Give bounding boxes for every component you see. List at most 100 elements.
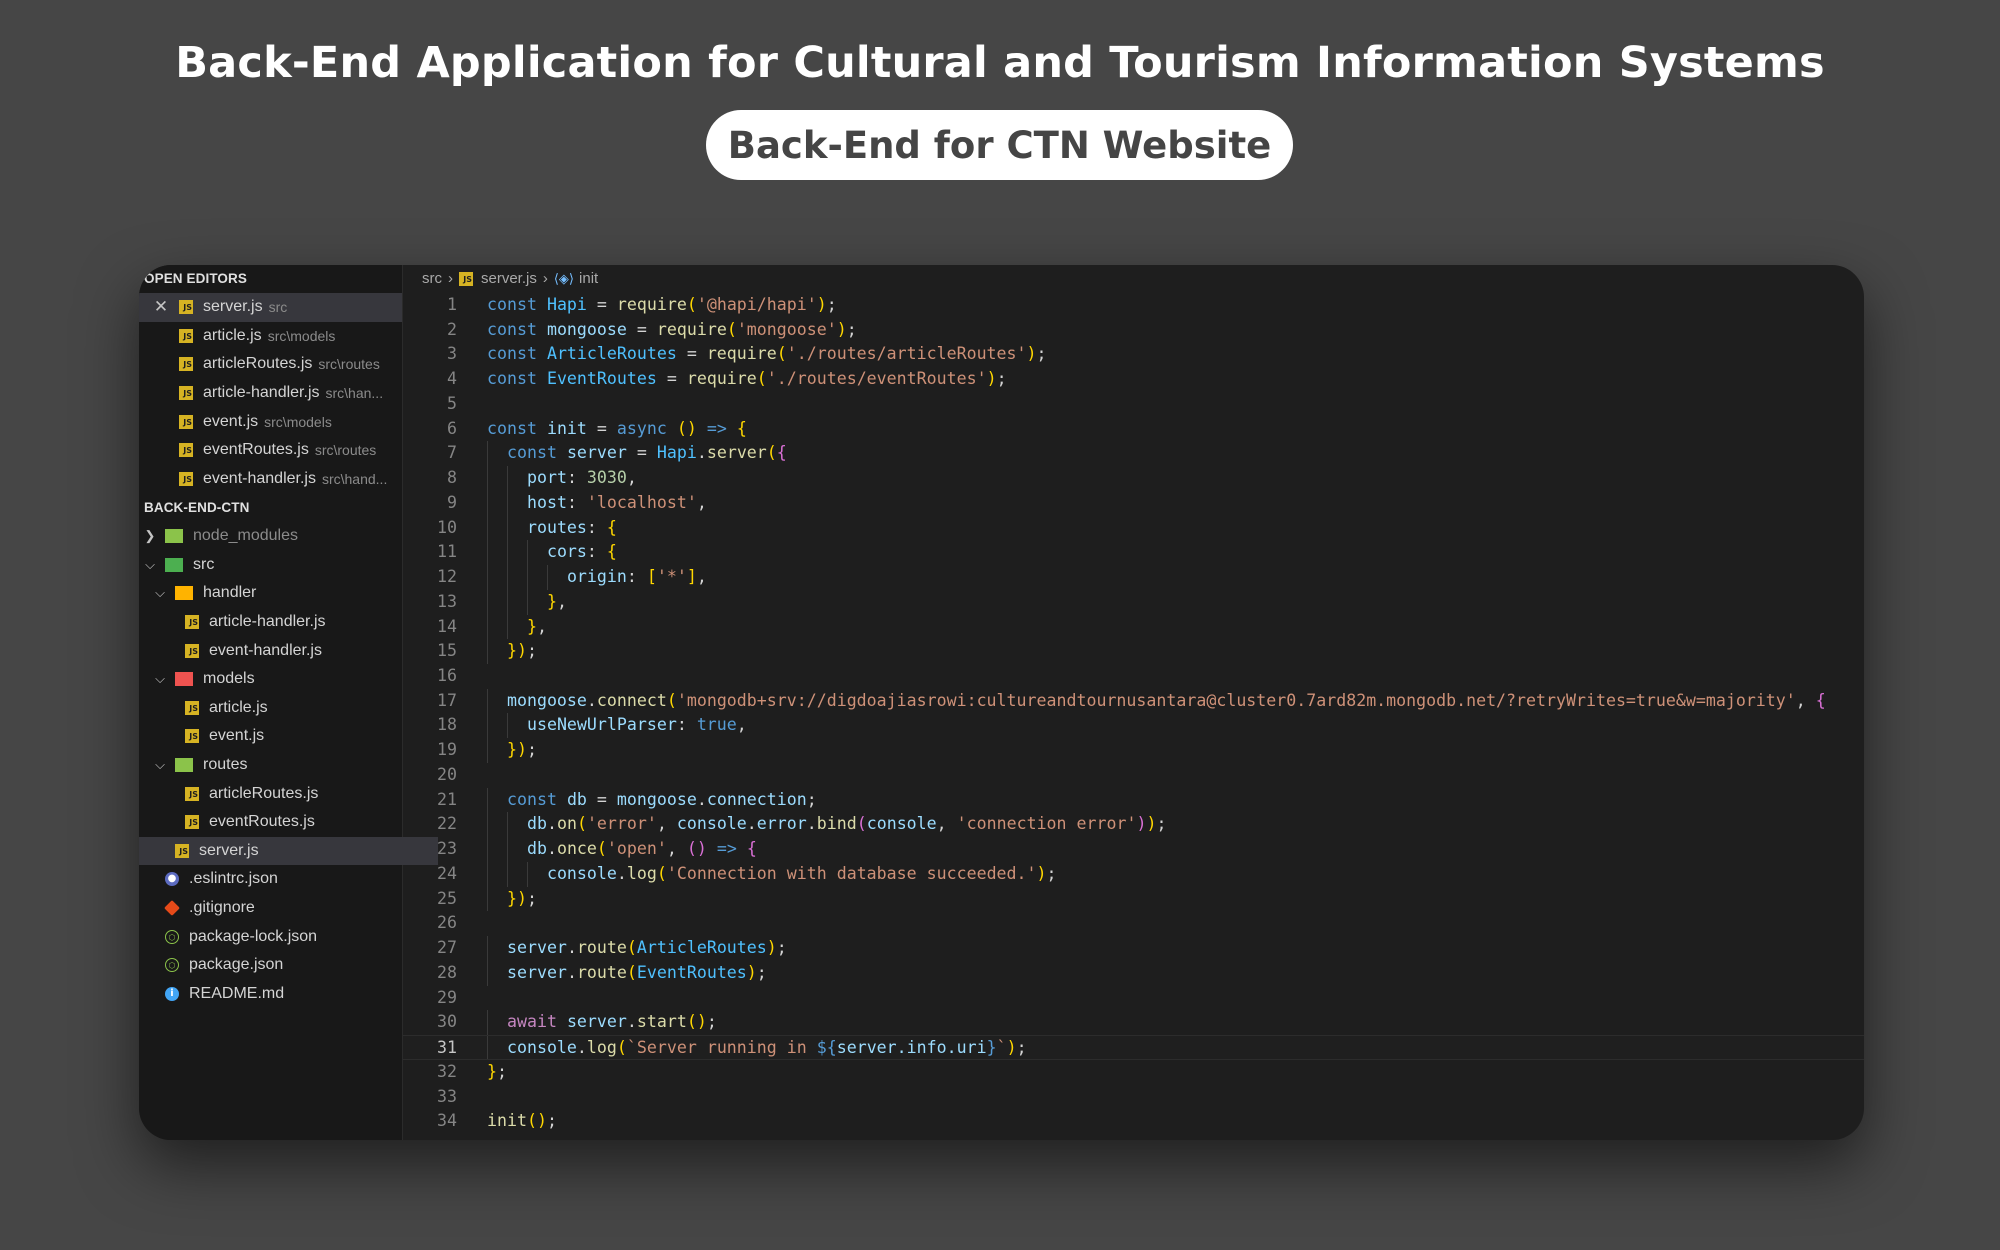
tree-folder-handler[interactable]: ⌵ handler — [139, 579, 416, 608]
code-line[interactable]: 25 }); — [403, 886, 1864, 912]
tree-file[interactable]: JS event.js — [139, 722, 448, 751]
code-line[interactable]: 23 db.once('open', () => { — [403, 837, 1864, 862]
code-line[interactable]: 14 }, — [403, 614, 1864, 640]
open-editor-item[interactable]: ✕ JS server.js src — [139, 293, 402, 322]
folder-icon — [165, 529, 183, 544]
tree-file[interactable]: JS event-handler.js — [139, 636, 448, 665]
close-icon[interactable]: ✕ — [151, 297, 171, 317]
indent-guide — [487, 812, 488, 838]
line-number: 33 — [437, 1086, 457, 1106]
indent-guide — [487, 466, 488, 491]
breadcrumb-file[interactable]: server.js — [481, 265, 537, 293]
code-line[interactable]: 15 }); — [403, 639, 1864, 665]
code-line[interactable]: 24 console.log('Connection with database… — [403, 861, 1864, 887]
code-line[interactable]: 9 host: 'localhost', — [403, 490, 1864, 516]
line-number: 17 — [437, 690, 457, 710]
file-name: event-handler.js — [203, 469, 316, 487]
tree-file[interactable]: JS article.js — [139, 694, 448, 723]
open-editor-item[interactable]: JS event.js src\models — [139, 407, 442, 436]
symbol-method-icon: ⟨◈⟩ — [553, 271, 575, 286]
code-line[interactable]: 8 port: 3030, — [403, 466, 1864, 491]
line-number: 22 — [437, 814, 457, 834]
tree-file[interactable]: ⬡ package.json — [139, 951, 428, 980]
indent-guide — [487, 713, 488, 739]
code-area[interactable]: 1 const Hapi = require('@hapi/hapi'); 2 con… — [403, 293, 1864, 1134]
code-line[interactable]: 5 — [403, 392, 1864, 417]
line-number: 25 — [437, 888, 457, 908]
code-line[interactable]: 2 const mongoose = require('mongoose'); — [403, 318, 1864, 343]
code-line[interactable]: 32}; — [403, 1060, 1864, 1085]
tree-file[interactable]: i README.md — [139, 980, 428, 1009]
code-line[interactable]: 10 routes: { — [403, 515, 1864, 541]
code-line[interactable]: 13 }, — [403, 589, 1864, 615]
open-editor-item[interactable]: JS article-handler.js src\han... — [139, 379, 442, 408]
open-editor-item[interactable]: JS event-handler.js src\hand... — [139, 465, 442, 494]
tree-file[interactable]: ⬡ package-lock.json — [139, 922, 428, 951]
code-line[interactable]: 17 mongoose.connect('mongodb+srv://digdo… — [403, 688, 1864, 714]
tree-file-selected[interactable]: JS server.js — [139, 836, 438, 866]
code-line[interactable]: 20 — [403, 763, 1864, 788]
line-number: 20 — [437, 764, 457, 784]
code-line[interactable]: 21 const db = mongoose.connection; — [403, 787, 1864, 813]
code-text: console.log(`Server running in ${server.… — [506, 1038, 1027, 1058]
line-number: 32 — [437, 1061, 457, 1081]
open-editors-header[interactable]: OPEN EDITORS — [144, 265, 247, 293]
code-line[interactable]: 18 useNewUrlParser: true, — [403, 713, 1864, 739]
code-line[interactable]: 16 — [403, 664, 1864, 689]
code-line[interactable]: 26 — [403, 911, 1864, 936]
indent-guide — [487, 490, 488, 516]
js-file-icon: JS — [185, 815, 199, 830]
code-line[interactable]: 34 init(); — [403, 1109, 1864, 1134]
code-line[interactable]: 29 — [403, 986, 1864, 1011]
tree-folder-models[interactable]: ⌵ models — [139, 665, 416, 694]
indent-guide — [507, 861, 508, 887]
code-line[interactable]: 30 await server.start(); — [403, 1010, 1864, 1036]
code-text: const db = mongoose.connection; — [506, 789, 817, 809]
open-editor-item[interactable]: JS articleRoutes.js src\routes — [139, 350, 442, 379]
tree-file[interactable]: JS article-handler.js — [139, 608, 448, 637]
line-number: 14 — [437, 616, 457, 636]
code-line[interactable]: 1 const Hapi = require('@hapi/hapi'); — [403, 293, 1864, 318]
code-line[interactable]: 33 — [403, 1085, 1864, 1110]
indent-guide — [527, 589, 528, 615]
code-line[interactable]: 12 origin: ['*'], — [403, 565, 1864, 590]
indent-guide — [487, 441, 488, 467]
code-text: const Hapi = require('@hapi/hapi'); — [487, 295, 837, 314]
indent-guide — [507, 490, 508, 516]
file-path: src\models — [267, 327, 336, 344]
code-line[interactable]: 4 const EventRoutes = require('./routes/e… — [403, 367, 1864, 392]
tree-file[interactable]: JS articleRoutes.js — [139, 779, 448, 808]
indent-guide — [487, 738, 488, 763]
chevron-right-icon: › — [448, 270, 453, 287]
code-text: const server = Hapi.server({ — [506, 443, 787, 463]
code-text: await server.start(); — [506, 1012, 717, 1032]
tree-file[interactable]: .gitignore — [139, 894, 428, 923]
breadcrumb-folder[interactable]: src — [422, 265, 442, 293]
indent-guide — [487, 1036, 488, 1059]
indent-guide — [507, 812, 508, 838]
line-number: 2 — [447, 319, 457, 339]
folder-open-icon — [165, 557, 183, 572]
code-line[interactable]: 27 server.route(ArticleRoutes); — [403, 936, 1864, 961]
tree-folder-routes[interactable]: ⌵ routes — [139, 751, 416, 780]
code-line[interactable]: 3 const ArticleRoutes = require('./routes… — [403, 342, 1864, 367]
code-line[interactable]: 19 }); — [403, 738, 1864, 763]
code-line[interactable]: 28 server.route(EventRoutes); — [403, 960, 1864, 986]
code-line[interactable]: 7 const server = Hapi.server({ — [403, 441, 1864, 467]
tree-file[interactable]: JS eventRoutes.js — [139, 808, 448, 837]
indent-guide — [487, 1010, 488, 1036]
line-number: 11 — [437, 542, 457, 562]
code-text: origin: ['*'], — [566, 567, 707, 587]
tree-file[interactable]: ● .eslintrc.json — [139, 865, 428, 894]
tree-folder-src[interactable]: ⌵ src — [139, 551, 406, 580]
open-editor-item[interactable]: JS article.js src\models — [139, 322, 442, 351]
code-line[interactable]: 11 cors: { — [403, 540, 1864, 566]
code-line[interactable]: 6 const init = async () => { — [403, 417, 1864, 442]
project-header[interactable]: BACK-END-CTN — [144, 494, 249, 522]
js-file-icon: JS — [179, 386, 193, 401]
tree-folder-node-modules[interactable]: ❯ node_modules — [139, 522, 406, 551]
code-line[interactable]: 22 db.on('error', console.error.bind(con… — [403, 812, 1864, 838]
code-line[interactable]: 31 console.log(`Server running in ${serv… — [403, 1035, 1864, 1060]
open-editor-item[interactable]: JS eventRoutes.js src\routes — [139, 436, 442, 465]
breadcrumb-symbol[interactable]: init — [579, 265, 598, 293]
